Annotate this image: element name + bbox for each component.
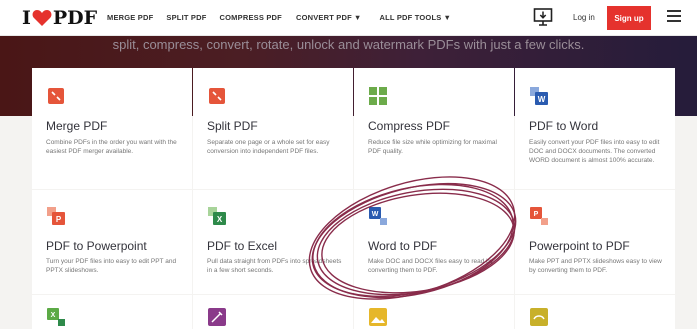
tool-title: PDF to Excel <box>207 239 278 253</box>
tool-description: Reduce file size while optimizing for ma… <box>368 139 497 155</box>
tool-description: Separate one page or a whole set for eas… <box>207 139 330 155</box>
tool-description: Turn your PDF files into easy to edit PP… <box>46 258 177 274</box>
svg-text:X: X <box>51 312 56 319</box>
tool-card-pdf-to-excel[interactable]: X PDF to Excel Pull data straight from P… <box>193 190 353 294</box>
top-navbar: I PDF MERGE PDF SPLIT PDF COMPRESS PDF C… <box>0 0 697 36</box>
tool-title: PDF to Powerpoint <box>46 239 147 253</box>
tool-description: Easily convert your PDF files into easy … <box>529 139 660 164</box>
heart-icon <box>32 10 52 26</box>
tool-card-edit-pdf[interactable] <box>193 295 353 329</box>
tool-card-pdf-to-powerpoint[interactable]: P PDF to Powerpoint Turn your PDF files … <box>32 190 192 294</box>
ilovepdf-logo[interactable]: I PDF <box>22 7 97 29</box>
tool-card-split-pdf[interactable]: Split PDF Separate one page or a whole s… <box>193 68 353 189</box>
tool-card-compress-pdf[interactable]: Compress PDF Reduce file size while opti… <box>354 68 514 189</box>
nav-all-pdf-tools[interactable]: ALL PDF TOOLS ▼ <box>380 13 452 22</box>
tool-title: Merge PDF <box>46 119 108 133</box>
excel-icon: X <box>47 308 65 326</box>
tool-description: Make DOC and DOCX files easy to read by … <box>368 258 493 274</box>
tool-card-powerpoint-to-pdf[interactable]: P Powerpoint to PDF Make PPT and PPTX sl… <box>515 190 675 294</box>
tool-title: PDF to Word <box>529 119 599 133</box>
nav-split-pdf[interactable]: SPLIT PDF <box>166 13 206 22</box>
nav-convert-pdf[interactable]: CONVERT PDF ▼ <box>296 13 362 22</box>
compress-icon <box>369 87 387 105</box>
tool-title: Word to PDF <box>368 239 438 253</box>
signup-button[interactable]: Sign up <box>607 6 651 30</box>
excel-icon: X <box>208 207 226 225</box>
tool-card-pdf-to-word[interactable]: W PDF to Word Easily convert your PDF fi… <box>515 68 675 189</box>
tools-row: Merge PDF Combine PDFs in the order you … <box>32 68 676 189</box>
svg-text:X: X <box>217 215 223 224</box>
caret-down-icon: ▼ <box>353 13 362 22</box>
nav-compress-pdf[interactable]: COMPRESS PDF <box>220 13 282 22</box>
tool-card-merge-pdf[interactable]: Merge PDF Combine PDFs in the order you … <box>32 68 192 189</box>
tool-title: Compress PDF <box>368 119 451 133</box>
tool-description: Make PPT and PPTX slideshows easy to vie… <box>529 258 662 274</box>
svg-text:P: P <box>56 215 62 224</box>
svg-text:P: P <box>534 211 539 218</box>
hamburger-menu-icon[interactable] <box>667 10 681 24</box>
tool-title: Split PDF <box>207 119 258 133</box>
word-icon: W <box>530 87 548 105</box>
tool-card-word-to-pdf[interactable]: W Word to PDF Make DOC and DOCX files ea… <box>354 190 514 294</box>
login-link[interactable]: Log in <box>573 13 595 22</box>
word-icon: W <box>369 207 387 225</box>
tool-title: Powerpoint to PDF <box>529 239 630 253</box>
split-icon <box>209 88 225 104</box>
image-icon <box>369 308 387 326</box>
main-nav: MERGE PDF SPLIT PDF COMPRESS PDF CONVERT… <box>107 13 451 22</box>
powerpoint-icon: P <box>530 207 548 225</box>
edit-icon <box>208 308 226 326</box>
desktop-app-icon[interactable] <box>533 7 553 27</box>
powerpoint-icon: P <box>47 207 65 225</box>
hero-subtitle: split, compress, convert, rotate, unlock… <box>112 37 585 52</box>
svg-text:W: W <box>538 95 546 104</box>
tool-description: Pull data straight from PDFs into spread… <box>207 258 342 274</box>
merge-icon <box>48 88 64 104</box>
caret-down-icon: ▼ <box>443 13 452 22</box>
tools-row: X <box>32 295 676 329</box>
image-icon <box>530 308 548 326</box>
svg-text:W: W <box>372 211 379 218</box>
tool-card-excel-to-pdf[interactable]: X <box>32 295 192 329</box>
tools-row: P PDF to Powerpoint Turn your PDF files … <box>32 190 676 294</box>
tool-description: Combine PDFs in the order you want with … <box>46 139 177 155</box>
tool-card-jpg-to-pdf[interactable] <box>515 295 675 329</box>
tool-card-pdf-to-jpg[interactable] <box>354 295 514 329</box>
nav-merge-pdf[interactable]: MERGE PDF <box>107 13 153 22</box>
